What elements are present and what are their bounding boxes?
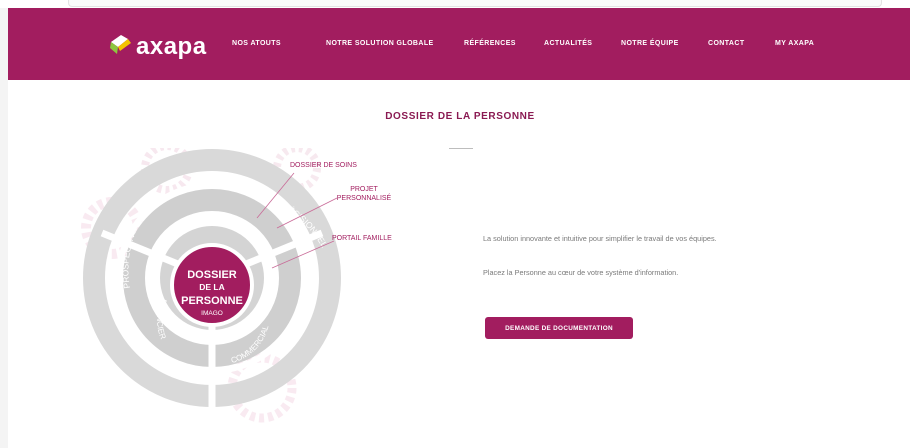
axapa-logo[interactable]: axapa xyxy=(108,24,207,64)
nav-notre-solution-globale[interactable]: NOTRE SOLUTION GLOBALE xyxy=(326,40,434,47)
site-header: axapa NOS ATOUTS NOTRE SOLUTION GLOBALE … xyxy=(8,8,910,80)
callout-dossier-de-soins: DOSSIER DE SOINS xyxy=(290,162,357,169)
logo-text: axapa xyxy=(136,33,207,60)
documentation-request-button[interactable]: DEMANDE DE DOCUMENTATION xyxy=(485,317,633,339)
nav-my-axapa[interactable]: MY AXAPA xyxy=(775,40,814,47)
center-line3: PERSONNE xyxy=(181,295,243,307)
page-left-edge xyxy=(0,8,8,448)
browser-address-bar-edge xyxy=(68,0,882,7)
browser-top-strip xyxy=(0,0,910,8)
callout-projet-line2: PERSONNALISÉ xyxy=(336,195,392,202)
callout-portail-famille: PORTAIL FAMILLE xyxy=(332,235,392,242)
center-line4: IMAGO xyxy=(201,310,223,317)
title-divider xyxy=(449,148,473,149)
callout-projet-line1: PROJET xyxy=(350,186,378,193)
nav-actualites[interactable]: ACTUALITÉS xyxy=(544,40,592,47)
center-line2: DE LA xyxy=(199,282,225,292)
nav-contact[interactable]: CONTACT xyxy=(708,40,745,47)
intro-paragraph: La solution innovante et intuitive pour … xyxy=(483,234,717,243)
logo-diamond-icon xyxy=(110,35,131,54)
nav-nos-atouts[interactable]: NOS ATOUTS xyxy=(232,40,281,47)
page-title: DOSSIER DE LA PERSONNE xyxy=(385,111,535,122)
nav-references[interactable]: RÉFÉRENCES xyxy=(464,40,516,47)
callout-projet-personnalise: PROJET PERSONNALISÉ xyxy=(334,185,394,203)
secondary-paragraph: Placez la Personne au cœur de votre syst… xyxy=(483,268,679,277)
nav-notre-equipe[interactable]: NOTRE ÉQUIPE xyxy=(621,40,679,47)
center-line1: DOSSIER xyxy=(187,269,237,281)
